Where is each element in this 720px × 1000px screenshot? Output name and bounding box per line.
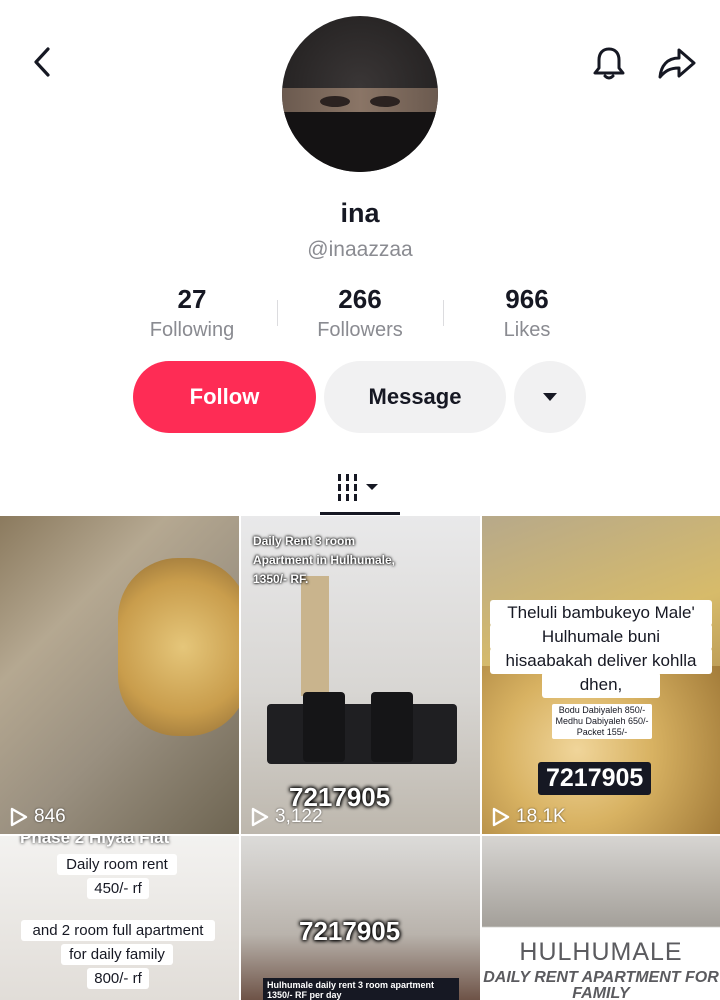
share-arrow-icon [658, 48, 696, 79]
view-count-text: 846 [34, 806, 66, 827]
caption-line: Hulhumale buni [490, 624, 712, 650]
thumbnail-image [303, 692, 345, 762]
video-thumbnail[interactable]: Daily Rent 3 room Apartment in Hulhumale… [241, 516, 480, 834]
avatar[interactable] [282, 16, 438, 172]
profile-name: ina [340, 198, 380, 228]
caption-line: 450/- rf [87, 878, 149, 899]
video-thumbnail[interactable]: 7217905 Hulhumale daily rent 3 room apar… [241, 836, 480, 1000]
bell-icon [593, 47, 625, 80]
caret-down-icon [543, 393, 557, 401]
stat-divider [277, 300, 278, 326]
price-item: Packet 155/- [576, 727, 628, 737]
stat-followers-label: Followers [317, 319, 403, 341]
caption-line: 800/- rf [87, 968, 149, 989]
video-grid: 846 Daily Rent 3 room Apartment in Hulhu… [0, 516, 720, 1000]
caption-line: for daily family [61, 944, 173, 965]
video-grid-icon [338, 474, 378, 501]
stat-following[interactable]: 27 Following [112, 284, 272, 342]
back-button[interactable] [22, 42, 62, 82]
caption-line: and 2 room full apartment [21, 920, 215, 941]
view-count-text: 3,122 [275, 806, 323, 827]
thumbnail-image [301, 576, 329, 696]
thumbnail-image [371, 692, 413, 762]
caption-line: hisaabakah deliver kohlla [490, 648, 712, 674]
tab-videos[interactable] [320, 464, 400, 510]
play-icon [492, 807, 510, 827]
view-count-text: 18.1K [516, 806, 566, 827]
video-thumbnail[interactable]: Phase 2 Hiyaa Flat Daily room rent 450/-… [0, 836, 239, 1000]
phone-number-overlay: 7217905 [538, 762, 652, 795]
price-list: Bodu Dabiyaleh 850/- Medhu Dabiyaleh 650… [552, 704, 652, 739]
view-count: 846 [10, 806, 66, 828]
play-icon [251, 807, 269, 827]
video-caption: Phase 2 Hiyaa Flat [20, 836, 170, 847]
thumbnail-image [267, 704, 457, 764]
phone-number-overlay: 7217905 [299, 916, 401, 946]
profile-handle: @inaazzaa [307, 238, 413, 261]
video-thumbnail[interactable]: HULHUMALE DAILY RENT APARTMENT FOR FAMIL… [482, 836, 720, 1000]
stat-likes-label: Likes [503, 319, 551, 341]
video-thumbnail[interactable]: Theluli bambukeyo Male' Hulhumale buni h… [482, 516, 720, 834]
video-caption: Daily Rent 3 room Apartment in Hulhumale… [253, 534, 396, 586]
stat-divider [443, 300, 444, 326]
price-item: Medhu Dabiyaleh 650/- [555, 716, 649, 726]
caption-line: Theluli bambukeyo Male' [490, 600, 712, 626]
profile-tabs [0, 458, 720, 516]
caption-line: Daily room rent [57, 854, 177, 875]
video-subtitle: DAILY RENT APARTMENT FOR FAMILY [483, 969, 719, 1000]
chevron-left-icon [34, 47, 50, 77]
stat-following-value: 27 [177, 284, 207, 314]
video-caption: Hulhumale daily rent 3 room apartment 13… [263, 978, 459, 1000]
follow-button[interactable]: Follow [133, 361, 316, 433]
avatar-eye-left [320, 96, 350, 107]
stat-following-label: Following [149, 319, 235, 341]
share-button[interactable] [654, 42, 700, 84]
notification-bell-button[interactable] [588, 42, 630, 84]
stat-followers-value: 266 [338, 284, 382, 314]
message-button[interactable]: Message [324, 361, 506, 433]
stat-followers[interactable]: 266 Followers [280, 284, 440, 342]
price-item: Bodu Dabiyaleh 850/- [558, 705, 646, 715]
more-options-button[interactable] [514, 361, 586, 433]
stat-likes-value: 966 [505, 284, 549, 314]
video-thumbnail[interactable]: 846 [0, 516, 239, 834]
tab-active-indicator [320, 512, 400, 515]
view-count: 18.1K [492, 806, 566, 828]
avatar-veil [282, 112, 438, 172]
video-title: HULHUMALE [519, 938, 683, 966]
play-icon [10, 807, 28, 827]
caption-line: dhen, [542, 672, 660, 698]
avatar-eye-right [370, 96, 400, 107]
stat-likes: 966 Likes [447, 284, 607, 342]
view-count: 3,122 [251, 806, 323, 828]
thumbnail-image [118, 558, 239, 736]
